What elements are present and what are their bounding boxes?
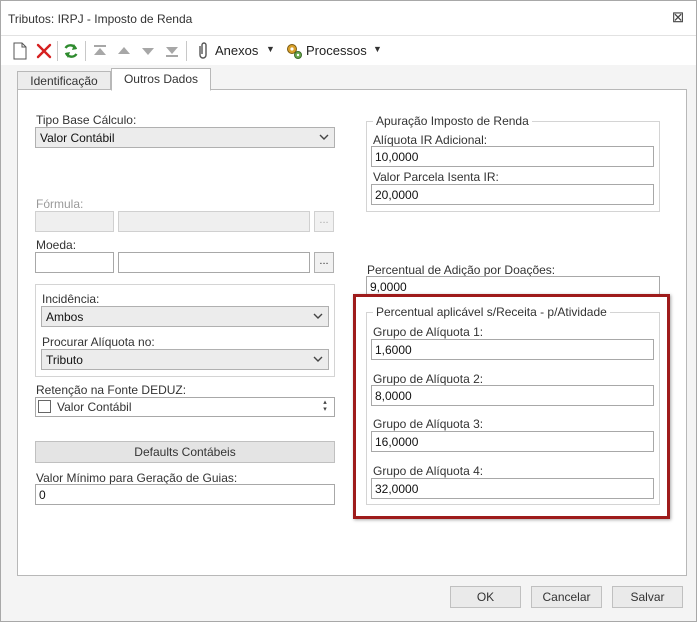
incidencia-label: Incidência: (42, 292, 100, 306)
processes-dropdown-icon[interactable]: ▼ (373, 44, 382, 54)
dialog-window: Tributos: IRPJ - Imposto de Renda ⊠ Anex… (0, 0, 697, 622)
procurar-aliquota-select[interactable]: Tributo (41, 349, 329, 370)
formula-lookup-button: ... (314, 211, 334, 232)
tipo-base-calculo-value: Valor Contábil (40, 131, 115, 145)
aliquota-ir-input[interactable]: 10,0000 (371, 146, 654, 167)
chevron-down-icon (313, 356, 323, 362)
toolbar-separator (85, 41, 86, 61)
procurar-aliquota-value: Tributo (46, 353, 83, 367)
moeda-code-input[interactable] (35, 252, 114, 273)
apuracao-group-title: Apuração Imposto de Renda (373, 114, 532, 128)
window-title: Tributos: IRPJ - Imposto de Renda (8, 12, 193, 26)
valor-parcela-input[interactable]: 20,0000 (371, 184, 654, 205)
attachments-menu[interactable]: Anexos (215, 43, 258, 58)
incidencia-value: Ambos (46, 310, 84, 324)
last-icon[interactable] (163, 41, 181, 61)
moeda-description-input[interactable] (118, 252, 310, 273)
formula-description-input (118, 211, 310, 232)
tipo-base-calculo-select[interactable]: Valor Contábil (35, 127, 335, 148)
attachments-dropdown-icon[interactable]: ▼ (266, 44, 275, 54)
formula-label: Fórmula: (36, 197, 84, 211)
valor-contabil-checkbox[interactable] (38, 400, 51, 413)
ok-button[interactable]: OK (450, 586, 521, 608)
title-bar: Tributos: IRPJ - Imposto de Renda ⊠ (1, 1, 696, 35)
highlight-frame (353, 294, 670, 519)
save-button[interactable]: Salvar (612, 586, 683, 608)
close-icon[interactable]: ⊠ (669, 9, 687, 27)
valor-parcela-label: Valor Parcela Isenta IR: (373, 170, 499, 184)
chevron-down-icon (319, 134, 329, 140)
refresh-icon[interactable] (62, 41, 80, 61)
first-icon[interactable] (91, 41, 109, 61)
processes-menu[interactable]: Processos (306, 43, 367, 58)
tab-outros-dados[interactable]: Outros Dados (111, 68, 211, 91)
toolbar-separator (57, 41, 58, 61)
cancel-button[interactable]: Cancelar (531, 586, 602, 608)
defaults-contabeis-button[interactable]: Defaults Contábeis (35, 441, 335, 463)
tipo-base-calculo-label: Tipo Base Cálculo: (36, 113, 137, 127)
toolbar-separator (186, 41, 187, 61)
incidencia-select[interactable]: Ambos (41, 306, 329, 327)
gears-icon[interactable] (285, 41, 303, 61)
aliquota-ir-label: Alíquota IR Adicional: (373, 133, 488, 147)
previous-icon[interactable] (115, 41, 133, 61)
formula-code-input (35, 211, 114, 232)
doacoes-label: Percentual de Adição por Doações: (367, 263, 556, 277)
chevron-down-icon (313, 313, 323, 319)
procurar-aliquota-label: Procurar Alíquota no: (42, 335, 155, 349)
tab-identificacao[interactable]: Identificação (17, 71, 111, 90)
valor-minimo-input[interactable]: 0 (35, 484, 335, 505)
delete-icon[interactable] (35, 41, 53, 61)
next-icon[interactable] (139, 41, 157, 61)
moeda-lookup-button[interactable]: ... (314, 252, 334, 273)
toolbar: Anexos ▼ Processos ▼ (1, 35, 696, 65)
retencao-label: Retenção na Fonte DEDUZ: (36, 383, 187, 397)
valor-contabil-option-label: Valor Contábil (57, 400, 132, 414)
spin-arrows-icon[interactable]: ▴ ▾ (319, 399, 331, 415)
valor-minimo-label: Valor Mínimo para Geração de Guias: (36, 471, 238, 485)
moeda-label: Moeda: (36, 238, 77, 252)
new-icon[interactable] (11, 41, 29, 61)
paperclip-icon[interactable] (193, 41, 211, 61)
